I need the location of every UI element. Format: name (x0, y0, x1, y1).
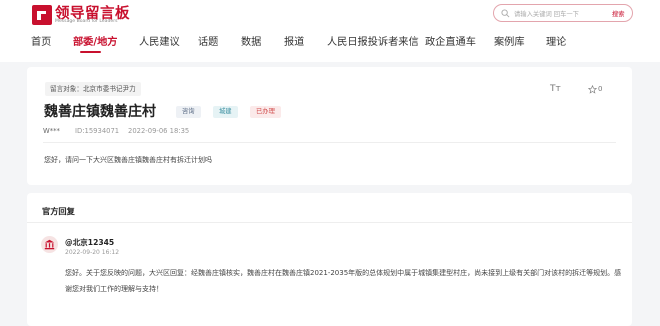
logo-icon[interactable] (32, 5, 52, 25)
tag-inquiry[interactable]: 咨询 (176, 106, 201, 118)
nav-item-reports[interactable]: 报道 (284, 33, 304, 48)
message-target: 留言对象：北京市委书记尹力 (45, 82, 141, 96)
divider (43, 142, 616, 143)
logo-subtitle: Message Board for Leaders (55, 19, 118, 24)
official-reply-card: 官方回复 @北京12345 2022-09-20 16:12 您好。关于您反映的… (27, 193, 632, 326)
top-header: 领导留言板 Message Board for Leaders 请输入关键词 回… (0, 0, 660, 62)
message-date: 2022-09-06 18:35 (128, 127, 190, 135)
font-size-icon[interactable]: Tт (550, 84, 561, 94)
message-id: ID:15934071 (75, 127, 120, 135)
nav-item-data[interactable]: 数据 (241, 33, 261, 48)
avatar-icon (44, 239, 55, 250)
search-button[interactable]: 搜索 (612, 9, 625, 18)
divider (27, 222, 632, 223)
nav-item-topics[interactable]: 话题 (198, 33, 218, 48)
nav-item-suggestions[interactable]: 人民建议 (139, 33, 180, 48)
message-card: 留言对象：北京市委书记尹力 Tт 0 魏善庄镇魏善庄村 咨询 城建 已办理 W*… (27, 67, 632, 185)
tag-urban-construction[interactable]: 城建 (213, 106, 238, 118)
nav-item-letters[interactable]: 人民日报投诉者来信 (327, 33, 419, 48)
nav-item-home[interactable]: 首页 (31, 33, 51, 48)
reply-heading: 官方回复 (42, 206, 75, 216)
like-count: 0 (598, 85, 603, 93)
nav-item-theory[interactable]: 理论 (546, 33, 566, 48)
avatar (41, 236, 58, 253)
reply-user: @北京12345 (65, 238, 115, 247)
main-nav: 首页 部委/地方 人民建议 话题 数据 报道 人民日报投诉者来信 政企直通车 案… (0, 32, 660, 53)
message-user: W*** (43, 127, 60, 135)
message-title: 魏善庄镇魏善庄村 (44, 104, 156, 120)
status-badge: 已办理 (250, 106, 281, 118)
nav-item-enterprise[interactable]: 政企直通车 (425, 33, 476, 48)
reply-content: 您好。关于您反映的问题，大兴区回复：经魏善庄镇核实，魏善庄村在魏善庄镇2021-… (65, 269, 622, 293)
nav-item-ministries[interactable]: 部委/地方 (73, 33, 117, 48)
nav-item-cases[interactable]: 案例库 (494, 33, 525, 48)
message-content: 您好，请问一下大兴区魏善庄镇魏善庄村有拆迁计划吗 (44, 156, 212, 164)
search-input[interactable]: 请输入关键词 回车一下 (514, 9, 579, 18)
search-icon (501, 9, 510, 18)
active-nav-indicator (80, 51, 101, 53)
star-icon[interactable] (588, 85, 597, 94)
search-box[interactable]: 请输入关键词 回车一下 搜索 (493, 4, 633, 22)
reply-date: 2022-09-20 16:12 (65, 249, 120, 256)
